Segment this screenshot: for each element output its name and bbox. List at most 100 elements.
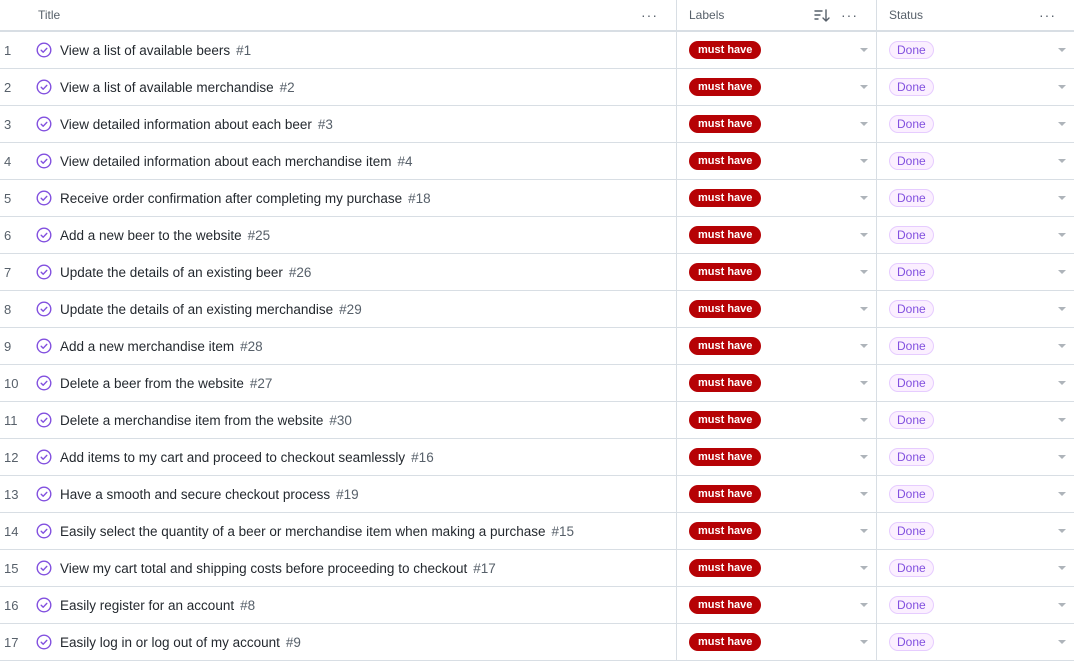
status-dropdown-caret-icon[interactable] bbox=[1058, 455, 1066, 459]
status-dropdown-caret-icon[interactable] bbox=[1058, 492, 1066, 496]
issue-title-link[interactable]: Easily select the quantity of a beer or … bbox=[60, 524, 546, 539]
table-row[interactable]: 11 Delete a merchandise item from the web… bbox=[0, 402, 1074, 439]
labels-cell[interactable]: must have bbox=[677, 143, 877, 179]
status-cell[interactable]: Done bbox=[877, 624, 1074, 660]
issue-title-link[interactable]: Update the details of an existing beer bbox=[60, 265, 283, 280]
table-row[interactable]: 15 View my cart total and shipping costs … bbox=[0, 550, 1074, 587]
issue-title-link[interactable]: View my cart total and shipping costs be… bbox=[60, 561, 467, 576]
table-row[interactable]: 12 Add items to my cart and proceed to ch… bbox=[0, 439, 1074, 476]
labels-cell[interactable]: must have bbox=[677, 32, 877, 68]
status-cell[interactable]: Done bbox=[877, 550, 1074, 586]
labels-dropdown-caret-icon[interactable] bbox=[860, 196, 868, 200]
status-cell[interactable]: Done bbox=[877, 32, 1074, 68]
labels-dropdown-caret-icon[interactable] bbox=[860, 85, 868, 89]
labels-dropdown-caret-icon[interactable] bbox=[860, 159, 868, 163]
status-cell[interactable]: Done bbox=[877, 217, 1074, 253]
table-row[interactable]: 8 Update the details of an existing merch… bbox=[0, 291, 1074, 328]
status-dropdown-caret-icon[interactable] bbox=[1058, 529, 1066, 533]
status-dropdown-caret-icon[interactable] bbox=[1058, 122, 1066, 126]
labels-cell[interactable]: must have bbox=[677, 439, 877, 475]
status-column-menu-icon[interactable]: ··· bbox=[1039, 8, 1056, 22]
title-cell[interactable]: 3 View detailed information about each be… bbox=[0, 106, 677, 142]
labels-dropdown-caret-icon[interactable] bbox=[860, 270, 868, 274]
column-header-labels[interactable]: Labels ··· bbox=[677, 0, 877, 30]
table-row[interactable]: 3 View detailed information about each be… bbox=[0, 106, 1074, 143]
labels-cell[interactable]: must have bbox=[677, 513, 877, 549]
status-dropdown-caret-icon[interactable] bbox=[1058, 381, 1066, 385]
status-dropdown-caret-icon[interactable] bbox=[1058, 196, 1066, 200]
issue-title-link[interactable]: Add a new beer to the website bbox=[60, 228, 242, 243]
labels-dropdown-caret-icon[interactable] bbox=[860, 122, 868, 126]
title-cell[interactable]: 9 Add a new merchandise item #28 bbox=[0, 328, 677, 364]
status-dropdown-caret-icon[interactable] bbox=[1058, 566, 1066, 570]
labels-dropdown-caret-icon[interactable] bbox=[860, 48, 868, 52]
labels-cell[interactable]: must have bbox=[677, 550, 877, 586]
issue-title-link[interactable]: Receive order confirmation after complet… bbox=[60, 191, 402, 206]
labels-dropdown-caret-icon[interactable] bbox=[860, 307, 868, 311]
issue-title-link[interactable]: Easily log in or log out of my account bbox=[60, 635, 280, 650]
title-cell[interactable]: 15 View my cart total and shipping costs … bbox=[0, 550, 677, 586]
labels-dropdown-caret-icon[interactable] bbox=[860, 381, 868, 385]
labels-dropdown-caret-icon[interactable] bbox=[860, 603, 868, 607]
status-cell[interactable]: Done bbox=[877, 291, 1074, 327]
issue-title-link[interactable]: Easily register for an account bbox=[60, 598, 234, 613]
labels-cell[interactable]: must have bbox=[677, 180, 877, 216]
labels-column-menu-icon[interactable]: ··· bbox=[841, 8, 858, 22]
sort-descending-icon[interactable] bbox=[814, 9, 830, 23]
status-dropdown-caret-icon[interactable] bbox=[1058, 270, 1066, 274]
title-cell[interactable]: 11 Delete a merchandise item from the web… bbox=[0, 402, 677, 438]
column-header-status[interactable]: Status ··· bbox=[877, 0, 1074, 30]
status-cell[interactable]: Done bbox=[877, 402, 1074, 438]
table-row[interactable]: 5 Receive order confirmation after comple… bbox=[0, 180, 1074, 217]
labels-dropdown-caret-icon[interactable] bbox=[860, 344, 868, 348]
issue-title-link[interactable]: Delete a beer from the website bbox=[60, 376, 244, 391]
status-dropdown-caret-icon[interactable] bbox=[1058, 344, 1066, 348]
table-row[interactable]: 1 View a list of available beers #1 must ha… bbox=[0, 32, 1074, 69]
labels-dropdown-caret-icon[interactable] bbox=[860, 455, 868, 459]
status-cell[interactable]: Done bbox=[877, 254, 1074, 290]
labels-cell[interactable]: must have bbox=[677, 254, 877, 290]
title-cell[interactable]: 13 Have a smooth and secure checkout proc… bbox=[0, 476, 677, 512]
status-cell[interactable]: Done bbox=[877, 365, 1074, 401]
labels-cell[interactable]: must have bbox=[677, 106, 877, 142]
table-row[interactable]: 10 Delete a beer from the website #27 must … bbox=[0, 365, 1074, 402]
status-cell[interactable]: Done bbox=[877, 439, 1074, 475]
labels-cell[interactable]: must have bbox=[677, 365, 877, 401]
column-header-title[interactable]: Title ··· bbox=[0, 0, 677, 30]
title-cell[interactable]: 17 Easily log in or log out of my account… bbox=[0, 624, 677, 660]
issue-title-link[interactable]: View a list of available beers bbox=[60, 43, 230, 58]
labels-cell[interactable]: must have bbox=[677, 476, 877, 512]
title-cell[interactable]: 1 View a list of available beers #1 bbox=[0, 32, 677, 68]
table-row[interactable]: 17 Easily log in or log out of my account… bbox=[0, 624, 1074, 661]
status-cell[interactable]: Done bbox=[877, 513, 1074, 549]
title-cell[interactable]: 14 Easily select the quantity of a beer o… bbox=[0, 513, 677, 549]
status-dropdown-caret-icon[interactable] bbox=[1058, 48, 1066, 52]
title-cell[interactable]: 5 Receive order confirmation after comple… bbox=[0, 180, 677, 216]
status-dropdown-caret-icon[interactable] bbox=[1058, 85, 1066, 89]
labels-cell[interactable]: must have bbox=[677, 624, 877, 660]
table-row[interactable]: 6 Add a new beer to the website #25 must ha… bbox=[0, 217, 1074, 254]
status-dropdown-caret-icon[interactable] bbox=[1058, 159, 1066, 163]
issue-title-link[interactable]: Delete a merchandise item from the websi… bbox=[60, 413, 323, 428]
status-dropdown-caret-icon[interactable] bbox=[1058, 603, 1066, 607]
issue-title-link[interactable]: View a list of available merchandise bbox=[60, 80, 274, 95]
status-dropdown-caret-icon[interactable] bbox=[1058, 233, 1066, 237]
status-cell[interactable]: Done bbox=[877, 180, 1074, 216]
status-cell[interactable]: Done bbox=[877, 587, 1074, 623]
labels-dropdown-caret-icon[interactable] bbox=[860, 640, 868, 644]
labels-cell[interactable]: must have bbox=[677, 402, 877, 438]
labels-cell[interactable]: must have bbox=[677, 217, 877, 253]
status-dropdown-caret-icon[interactable] bbox=[1058, 640, 1066, 644]
status-dropdown-caret-icon[interactable] bbox=[1058, 307, 1066, 311]
labels-dropdown-caret-icon[interactable] bbox=[860, 233, 868, 237]
status-cell[interactable]: Done bbox=[877, 476, 1074, 512]
table-row[interactable]: 2 View a list of available merchandise #2 m… bbox=[0, 69, 1074, 106]
title-cell[interactable]: 12 Add items to my cart and proceed to ch… bbox=[0, 439, 677, 475]
issue-title-link[interactable]: Add items to my cart and proceed to chec… bbox=[60, 450, 405, 465]
labels-cell[interactable]: must have bbox=[677, 291, 877, 327]
labels-dropdown-caret-icon[interactable] bbox=[860, 418, 868, 422]
title-cell[interactable]: 4 View detailed information about each me… bbox=[0, 143, 677, 179]
status-cell[interactable]: Done bbox=[877, 69, 1074, 105]
labels-cell[interactable]: must have bbox=[677, 587, 877, 623]
title-cell[interactable]: 6 Add a new beer to the website #25 bbox=[0, 217, 677, 253]
